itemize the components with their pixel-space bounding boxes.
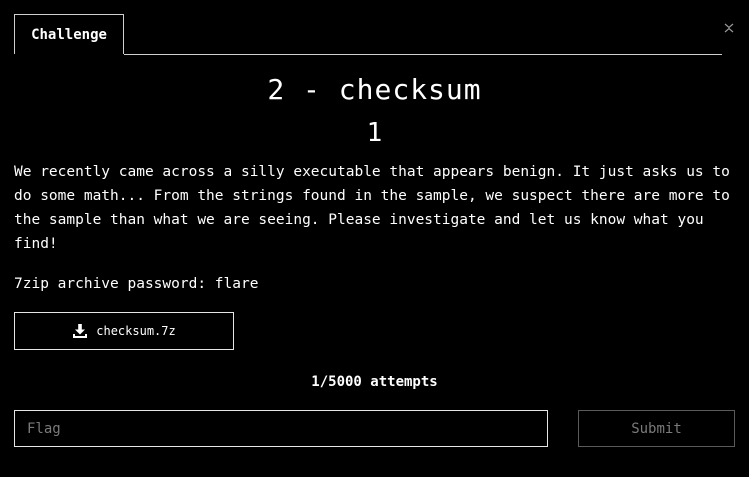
challenge-points: 1 <box>366 118 383 148</box>
submit-button[interactable]: Submit <box>578 410 735 447</box>
file-name: checksum.7z <box>96 324 176 338</box>
archive-password: 7zip archive password: flare <box>14 276 259 292</box>
tab-divider <box>124 54 722 55</box>
download-icon <box>72 323 88 339</box>
tab-challenge-label: Challenge <box>31 26 107 43</box>
download-file-button[interactable]: checksum.7z <box>14 312 234 350</box>
challenge-description: We recently came across a silly executab… <box>14 164 730 252</box>
attempts-count: 1/5000 attempts <box>311 374 438 390</box>
tab-challenge[interactable]: Challenge <box>14 14 124 54</box>
close-icon[interactable] <box>722 20 736 34</box>
flag-input[interactable] <box>14 410 548 447</box>
challenge-title: 2 - checksum <box>267 73 482 106</box>
